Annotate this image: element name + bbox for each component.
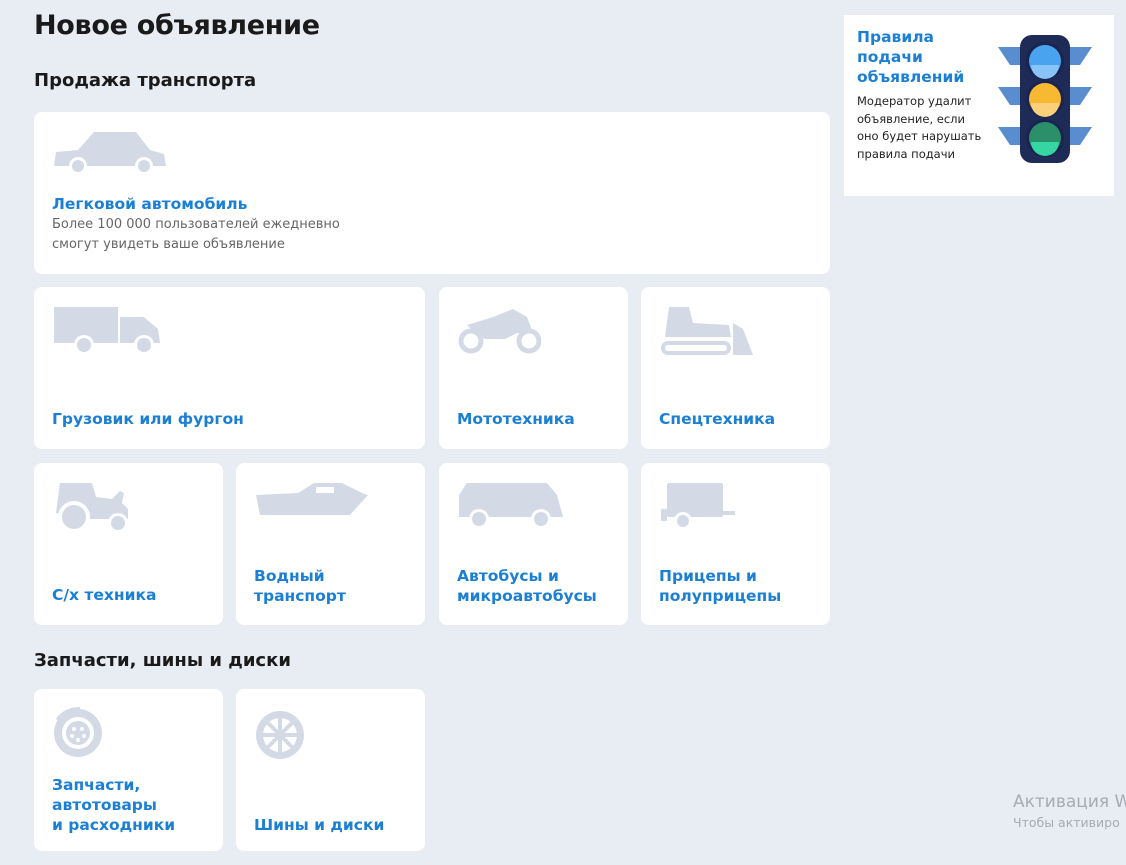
category-card-water[interactable]: Водный транспорт (236, 463, 425, 625)
category-title: Мототехника (457, 410, 575, 428)
category-card-truck[interactable]: Грузовик или фургон (34, 287, 425, 449)
category-card-trailer[interactable]: Прицепы и полуприцепы (641, 463, 830, 625)
tractor-icon (56, 483, 128, 533)
category-title: Водный транспорт (254, 567, 346, 605)
page-title: Новое объявление (34, 10, 320, 41)
category-card-tires[interactable]: Шины и диски (236, 689, 425, 851)
trailer-icon (661, 483, 735, 530)
category-card-car[interactable]: Легковой автомобиль Более 100 000 пользо… (34, 112, 830, 274)
category-title: Запчасти, автотовары и расходники (52, 776, 176, 834)
section-title-parts: Запчасти, шины и диски (34, 650, 291, 671)
section-title-transport: Продажа транспорта (34, 70, 257, 91)
category-card-parts[interactable]: Запчасти, автотовары и расходники (34, 689, 223, 851)
activation-watermark: Активация W Чтобы активиро (1013, 792, 1126, 830)
boat-icon (256, 483, 368, 515)
category-card-bus[interactable]: Автобусы и микроавтобусы (439, 463, 628, 625)
category-card-special[interactable]: Спецтехника (641, 287, 830, 449)
watermark-line-1: Активация W (1013, 792, 1126, 812)
category-title: Прицепы и полуприцепы (659, 567, 782, 605)
bus-icon (459, 483, 563, 529)
bulldozer-icon (661, 307, 753, 355)
category-title: Спецтехника (659, 410, 776, 428)
truck-icon (54, 307, 160, 355)
motorcycle-icon (458, 309, 541, 354)
category-title: Автобусы и микроавтобусы (457, 567, 597, 605)
rules-title[interactable]: Правила подачи объявлений (857, 27, 964, 87)
rules-description: Модератор удалит объявление, если оно бу… (857, 94, 982, 161)
category-title: Грузовик или фургон (52, 410, 244, 428)
category-title: Шины и диски (254, 816, 385, 834)
category-description: Более 100 000 пользователей ежедневно см… (52, 217, 340, 252)
car-icon (54, 132, 166, 175)
category-title: С/х техника (52, 586, 157, 604)
brake-disc-icon (54, 707, 102, 757)
rules-info-card[interactable]: Правила подачи объявлений Модератор удал… (844, 15, 1114, 196)
wheel-icon (256, 711, 304, 759)
traffic-light-icon (998, 35, 1092, 163)
category-card-moto[interactable]: Мототехника (439, 287, 628, 449)
watermark-line-2: Чтобы активиро (1013, 815, 1120, 830)
category-title: Легковой автомобиль (52, 195, 248, 213)
category-card-agri[interactable]: С/х техника (34, 463, 223, 625)
